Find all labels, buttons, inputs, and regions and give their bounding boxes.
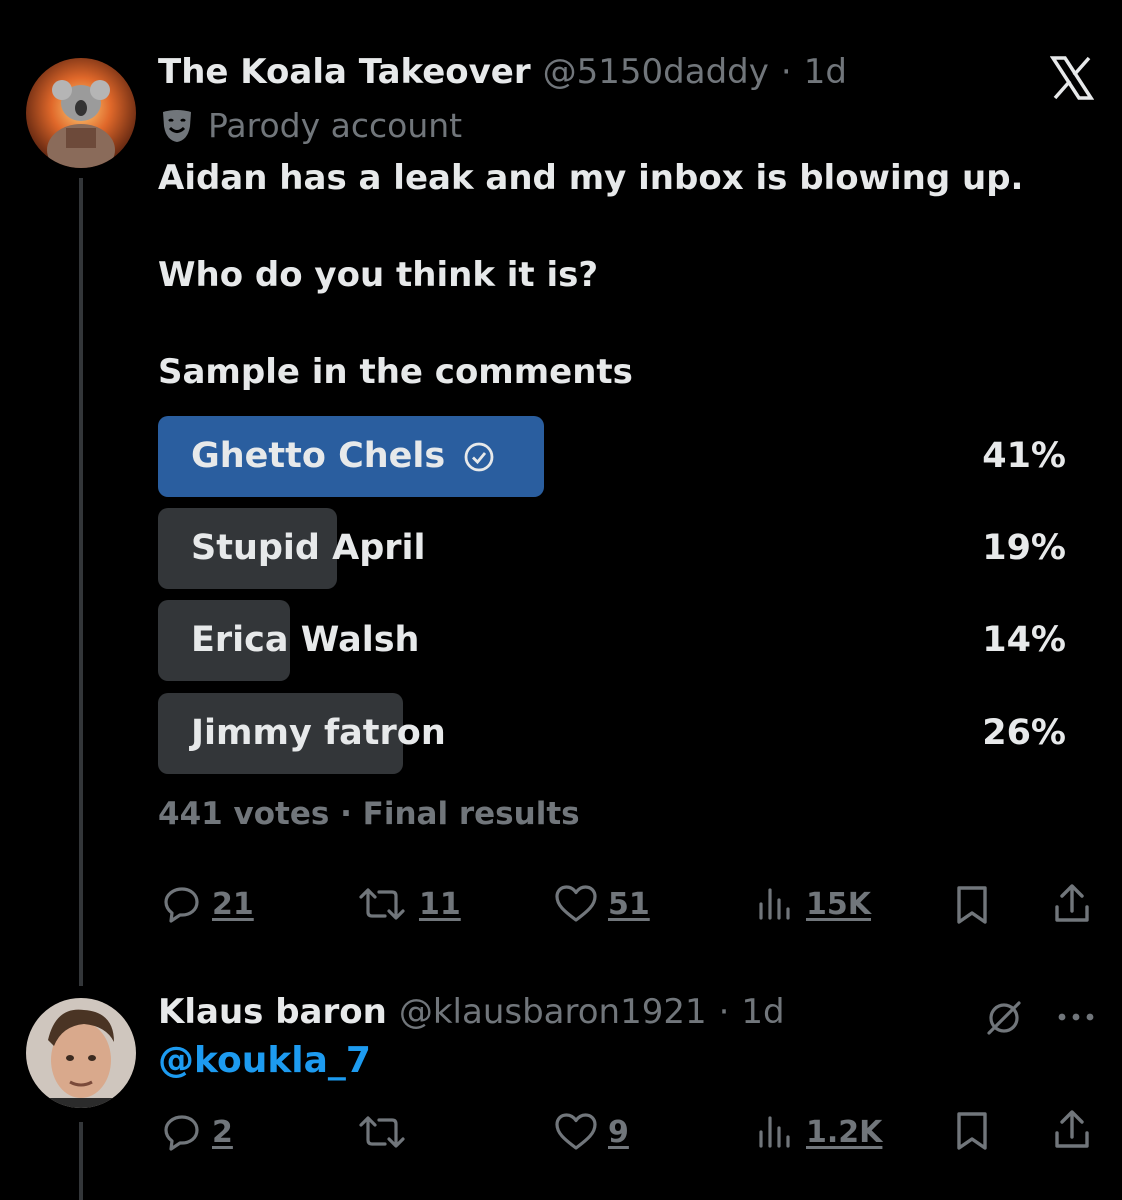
theater-mask-icon — [160, 108, 194, 144]
poll-option-percent: 14% — [982, 620, 1066, 660]
avatar[interactable] — [26, 58, 136, 168]
reply-button[interactable]: 21 — [162, 884, 254, 924]
author-name[interactable]: Klaus baron — [158, 992, 387, 1032]
separator: · — [780, 52, 792, 92]
heart-icon — [554, 884, 598, 924]
repost-button[interactable] — [355, 1112, 409, 1152]
views-count: 15K — [806, 886, 871, 922]
poll-option-percent: 41% — [982, 436, 1066, 476]
more-icon[interactable] — [1056, 1010, 1096, 1024]
share-icon — [1052, 882, 1092, 926]
mention-link[interactable]: @koukla_7 — [158, 1040, 371, 1081]
repost-icon — [355, 1112, 409, 1152]
like-count: 9 — [608, 1114, 629, 1150]
bookmark-button[interactable] — [954, 884, 990, 926]
tweet-text-line-2: Who do you think it is? — [158, 255, 599, 295]
grok-icon[interactable] — [984, 998, 1024, 1038]
repost-icon — [355, 884, 409, 924]
reply-header: Klaus baron @klausbaron1921 · 1d — [158, 992, 785, 1032]
reply-icon — [162, 884, 202, 924]
check-circle-icon — [463, 441, 495, 473]
author-handle[interactable]: @klausbaron1921 — [399, 992, 707, 1032]
poll-option-percent: 19% — [982, 528, 1066, 568]
views-button[interactable]: 1.2K — [756, 1112, 882, 1152]
thread-line — [79, 178, 83, 986]
tweet-text-line-3: Sample in the comments — [158, 352, 633, 392]
parody-label: Parody account — [160, 106, 462, 145]
thread-line — [79, 1122, 83, 1200]
reply-icon — [162, 1112, 202, 1152]
poll-option[interactable]: Stupid April 19% — [158, 508, 1066, 589]
reply-count: 2 — [212, 1114, 233, 1150]
analytics-icon — [756, 1112, 796, 1152]
avatar[interactable] — [26, 998, 136, 1108]
poll-option-label: Stupid April — [191, 528, 426, 568]
share-button[interactable] — [1052, 1108, 1092, 1152]
poll-footer: 441 votes · Final results — [158, 796, 580, 832]
poll-option-label: Jimmy fatron — [191, 713, 446, 753]
bookmark-icon — [954, 1110, 990, 1152]
timestamp[interactable]: 1d — [741, 992, 784, 1032]
poll-option[interactable]: Erica Walsh 14% — [158, 600, 1066, 681]
author-name[interactable]: The Koala Takeover — [158, 52, 531, 92]
poll-option-label: Erica Walsh — [191, 620, 420, 660]
timestamp[interactable]: 1d — [804, 52, 847, 92]
poll-option-label: Ghetto Chels — [191, 436, 446, 476]
heart-icon — [554, 1112, 598, 1152]
tweet-header: The Koala Takeover @5150daddy · 1d — [158, 52, 847, 92]
poll-option-percent: 26% — [982, 713, 1066, 753]
parody-text: Parody account — [208, 106, 463, 145]
reply-count: 21 — [212, 886, 254, 922]
bookmark-button[interactable] — [954, 1110, 990, 1152]
reply-button[interactable]: 2 — [162, 1112, 233, 1152]
analytics-icon — [756, 884, 796, 924]
separator: · — [718, 992, 730, 1032]
author-handle[interactable]: @5150daddy — [543, 52, 769, 92]
repost-count: 11 — [419, 886, 461, 922]
views-count: 1.2K — [806, 1114, 883, 1150]
views-button[interactable]: 15K — [756, 884, 871, 924]
like-button[interactable]: 9 — [554, 1112, 629, 1152]
share-icon — [1052, 1108, 1092, 1152]
repost-button[interactable]: 11 — [355, 884, 461, 924]
tweet-text-line-1: Aidan has a leak and my inbox is blowing… — [158, 158, 1024, 198]
bookmark-icon — [954, 884, 990, 926]
share-button[interactable] — [1052, 882, 1092, 926]
poll-option[interactable]: Jimmy fatron 26% — [158, 693, 1066, 774]
x-logo-icon[interactable] — [1050, 56, 1094, 100]
like-button[interactable]: 51 — [554, 884, 650, 924]
poll-option[interactable]: Ghetto Chels 41% — [158, 416, 1066, 497]
like-count: 51 — [608, 886, 650, 922]
